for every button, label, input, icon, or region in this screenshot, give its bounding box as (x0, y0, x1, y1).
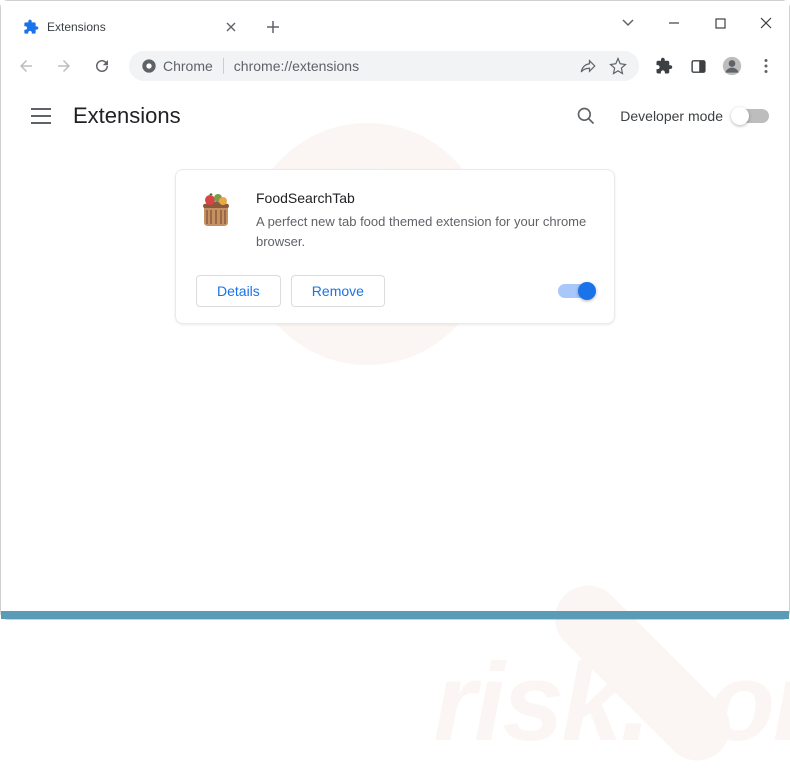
reload-button[interactable] (85, 49, 119, 83)
bookmark-star-icon[interactable] (609, 57, 627, 75)
avatar-icon (722, 56, 742, 76)
developer-mode-control: Developer mode (620, 108, 769, 124)
extension-app-icon (196, 190, 236, 230)
omnibox-url: chrome://extensions (234, 58, 579, 74)
minimize-icon (668, 17, 680, 29)
reload-icon (93, 57, 111, 75)
profile-button[interactable] (717, 51, 747, 81)
forward-button[interactable] (47, 49, 81, 83)
search-icon (576, 106, 596, 126)
window-controls (605, 3, 789, 43)
plus-icon (266, 20, 280, 34)
window-close-button[interactable] (743, 3, 789, 43)
menu-button[interactable] (751, 51, 781, 81)
window-maximize-button[interactable] (697, 3, 743, 43)
browser-tab[interactable]: Extensions (11, 10, 251, 44)
remove-button[interactable]: Remove (291, 275, 385, 307)
window-minimize-button[interactable] (651, 3, 697, 43)
arrow-left-icon (17, 57, 35, 75)
extension-description: A perfect new tab food themed extension … (256, 212, 594, 251)
hamburger-icon (31, 108, 51, 124)
dots-vertical-icon (758, 58, 774, 74)
puzzle-icon (655, 57, 673, 75)
extensions-page-header: Extensions Developer mode (1, 87, 789, 145)
tab-title: Extensions (47, 20, 223, 34)
address-bar[interactable]: Chrome chrome://extensions (129, 51, 639, 81)
chrome-icon (141, 58, 157, 74)
close-icon (760, 17, 772, 29)
share-icon[interactable] (579, 57, 597, 75)
page-title: Extensions (73, 103, 181, 129)
search-extensions-button[interactable] (568, 98, 604, 134)
close-icon (226, 22, 236, 32)
new-tab-button[interactable] (259, 13, 287, 41)
extension-card: FoodSearchTab A perfect new tab food the… (175, 169, 615, 324)
hamburger-menu-button[interactable] (21, 96, 61, 136)
developer-mode-label: Developer mode (620, 108, 723, 124)
details-button[interactable]: Details (196, 275, 281, 307)
window-titlebar: Extensions (1, 1, 789, 45)
toggle-knob (731, 107, 749, 125)
watermark-text: risk.com (434, 640, 790, 767)
omnibox-chip-text: Chrome (163, 58, 213, 74)
panel-icon (690, 58, 707, 75)
window-caret-button[interactable] (605, 3, 651, 43)
developer-mode-toggle[interactable] (733, 109, 769, 123)
arrow-right-icon (55, 57, 73, 75)
browser-toolbar: Chrome chrome://extensions (1, 45, 789, 87)
maximize-icon (715, 18, 726, 29)
extensions-button[interactable] (649, 51, 679, 81)
bottom-accent-border (1, 611, 789, 619)
chevron-down-icon (622, 19, 634, 27)
extension-enable-toggle[interactable] (558, 284, 594, 298)
tab-close-button[interactable] (223, 19, 239, 35)
side-panel-button[interactable] (683, 51, 713, 81)
omnibox-chip: Chrome (141, 58, 224, 74)
extension-puzzle-icon (23, 19, 39, 35)
toggle-knob (578, 282, 596, 300)
back-button[interactable] (9, 49, 43, 83)
extensions-content: FoodSearchTab A perfect new tab food the… (1, 145, 789, 348)
extension-name: FoodSearchTab (256, 190, 594, 206)
